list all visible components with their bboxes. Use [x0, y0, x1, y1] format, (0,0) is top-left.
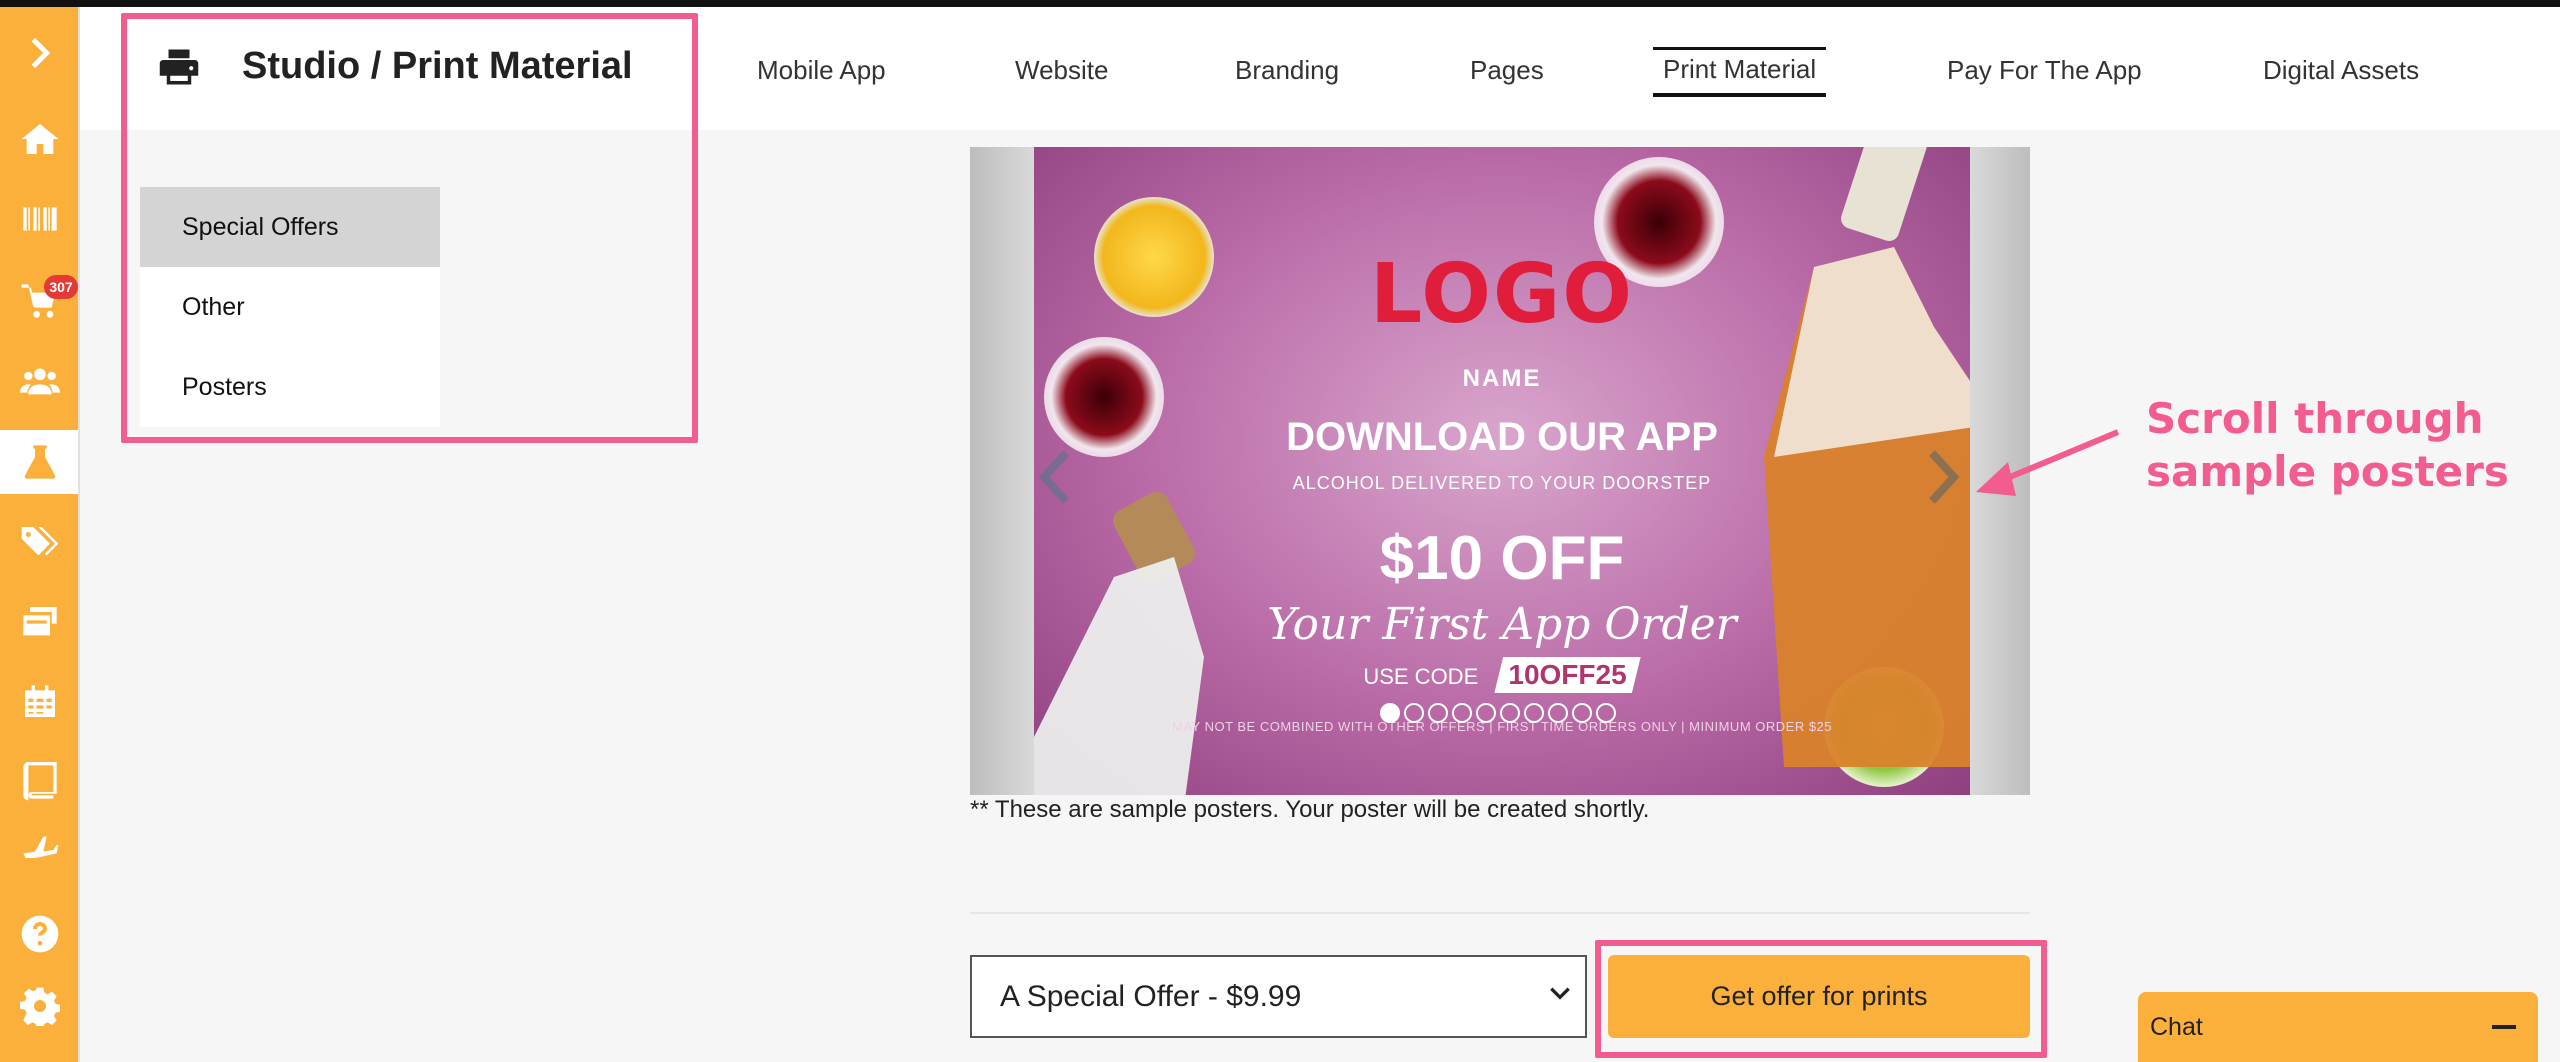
- tab-website[interactable]: Website: [1015, 55, 1108, 86]
- carousel-dot[interactable]: [1548, 703, 1568, 723]
- sidebar-item-catalog[interactable]: [0, 750, 80, 814]
- carousel-dot[interactable]: [1404, 703, 1424, 723]
- category-posters[interactable]: Posters: [140, 347, 440, 427]
- tab-pay-for-the-app[interactable]: Pay For The App: [1947, 55, 2142, 86]
- poster-offer-sub: Your First App Order: [1267, 599, 1737, 650]
- home-icon: [21, 124, 59, 154]
- flask-icon: [24, 445, 56, 479]
- poster-carousel[interactable]: LOGO NAME DOWNLOAD OUR APP ALCOHOL DELIV…: [970, 147, 2030, 795]
- sample-caption: ** These are sample posters. Your poster…: [970, 796, 1650, 823]
- page-title: Studio / Print Material: [158, 45, 633, 88]
- annotation-line-1: Scroll through: [2146, 394, 2484, 443]
- sidebar-item-cards[interactable]: [0, 590, 80, 654]
- annotation-text: Scroll through sample posters: [2146, 392, 2509, 498]
- carousel-left-edge: [970, 147, 1034, 795]
- carousel-dot[interactable]: [1452, 703, 1472, 723]
- tab-branding[interactable]: Branding: [1235, 55, 1339, 86]
- poster-subhead: ALCOHOL DELIVERED TO YOUR DOORSTEP: [1292, 473, 1712, 493]
- sidebar-item-home[interactable]: [0, 107, 80, 171]
- chat-label: Chat: [2150, 1012, 2203, 1041]
- tab-digital-assets[interactable]: Digital Assets: [2263, 55, 2419, 86]
- sidebar-item-orders[interactable]: 307: [0, 269, 80, 333]
- poster-code-line: USE CODE 10OFF25: [1034, 657, 1970, 693]
- tab-mobile-app[interactable]: Mobile App: [757, 55, 886, 86]
- chevron-right-icon: [31, 37, 51, 69]
- tab-print-material[interactable]: Print Material: [1653, 47, 1827, 97]
- get-offer-button[interactable]: Get offer for prints: [1608, 955, 2030, 1038]
- printer-icon: [159, 49, 199, 84]
- carousel-dot[interactable]: [1572, 703, 1592, 723]
- cards-icon: [23, 607, 57, 636]
- sidebar-item-barcode[interactable]: [0, 187, 80, 251]
- users-icon: [20, 368, 60, 395]
- poster-name: NAME: [1462, 365, 1542, 392]
- annotation-line-2: sample posters: [2146, 447, 2509, 496]
- page-title-text: Studio / Print Material: [242, 45, 633, 87]
- poster-offer: $10 OFF: [1379, 524, 1625, 593]
- sidebar-item-settings[interactable]: [0, 974, 80, 1038]
- offer-select-value: A Special Offer - $9.99: [1000, 979, 1302, 1013]
- sidebar-item-delivery[interactable]: [0, 830, 80, 858]
- poster-code-label: USE CODE: [1363, 664, 1479, 689]
- sample-poster: LOGO NAME DOWNLOAD OUR APP ALCOHOL DELIV…: [1034, 147, 1970, 795]
- sidebar-item-studio[interactable]: [0, 430, 80, 494]
- sidebar-item-help[interactable]: [0, 902, 80, 966]
- poster-code: 10OFF25: [1494, 657, 1641, 693]
- chevron-down-icon: [1547, 980, 1573, 1013]
- sidebar-border: [78, 7, 80, 1062]
- carousel-dot[interactable]: [1524, 703, 1544, 723]
- carousel-dot[interactable]: [1500, 703, 1520, 723]
- tab-pages[interactable]: Pages: [1470, 55, 1544, 86]
- barcode-icon: [23, 207, 57, 231]
- calendar-icon: [25, 685, 55, 717]
- divider: [970, 912, 2030, 914]
- poster-headline: DOWNLOAD OUR APP: [1286, 415, 1718, 459]
- plane-icon: [23, 836, 59, 858]
- carousel-dot[interactable]: [1428, 703, 1448, 723]
- carousel-next-button[interactable]: [1922, 447, 1962, 507]
- category-other[interactable]: Other: [140, 267, 440, 347]
- minimize-icon[interactable]: [2492, 1025, 2516, 1029]
- expand-sidebar-button[interactable]: [0, 21, 80, 85]
- sidebar: 307: [0, 7, 80, 1062]
- sidebar-item-customers[interactable]: [0, 349, 80, 413]
- carousel-dot[interactable]: [1476, 703, 1496, 723]
- category-list: Special Offers Other Posters: [140, 187, 440, 427]
- chevron-left-icon: [1038, 450, 1069, 504]
- top-bar: [0, 0, 2560, 7]
- carousel-dot[interactable]: [1596, 703, 1616, 723]
- gear-icon: [20, 987, 60, 1026]
- sidebar-item-promotions[interactable]: [0, 510, 80, 574]
- chevron-right-icon: [1929, 450, 1960, 504]
- carousel-dots: [1380, 703, 1616, 723]
- help-icon: [21, 915, 59, 953]
- carousel-prev-button[interactable]: [1036, 447, 1076, 507]
- header: Studio / Print Material Mobile App Websi…: [80, 7, 2560, 130]
- book-icon: [23, 762, 57, 801]
- cart-count-badge: 307: [44, 275, 78, 299]
- carousel-dot[interactable]: [1380, 703, 1400, 723]
- category-special-offers[interactable]: Special Offers: [140, 187, 440, 267]
- poster-logo: LOGO: [1369, 247, 1635, 342]
- tags-icon: [21, 527, 59, 556]
- chat-widget[interactable]: Chat: [2138, 992, 2538, 1062]
- annotation-arrow: [1976, 429, 2120, 496]
- offer-select[interactable]: A Special Offer - $9.99: [970, 955, 1587, 1038]
- sidebar-item-calendar[interactable]: [0, 670, 80, 734]
